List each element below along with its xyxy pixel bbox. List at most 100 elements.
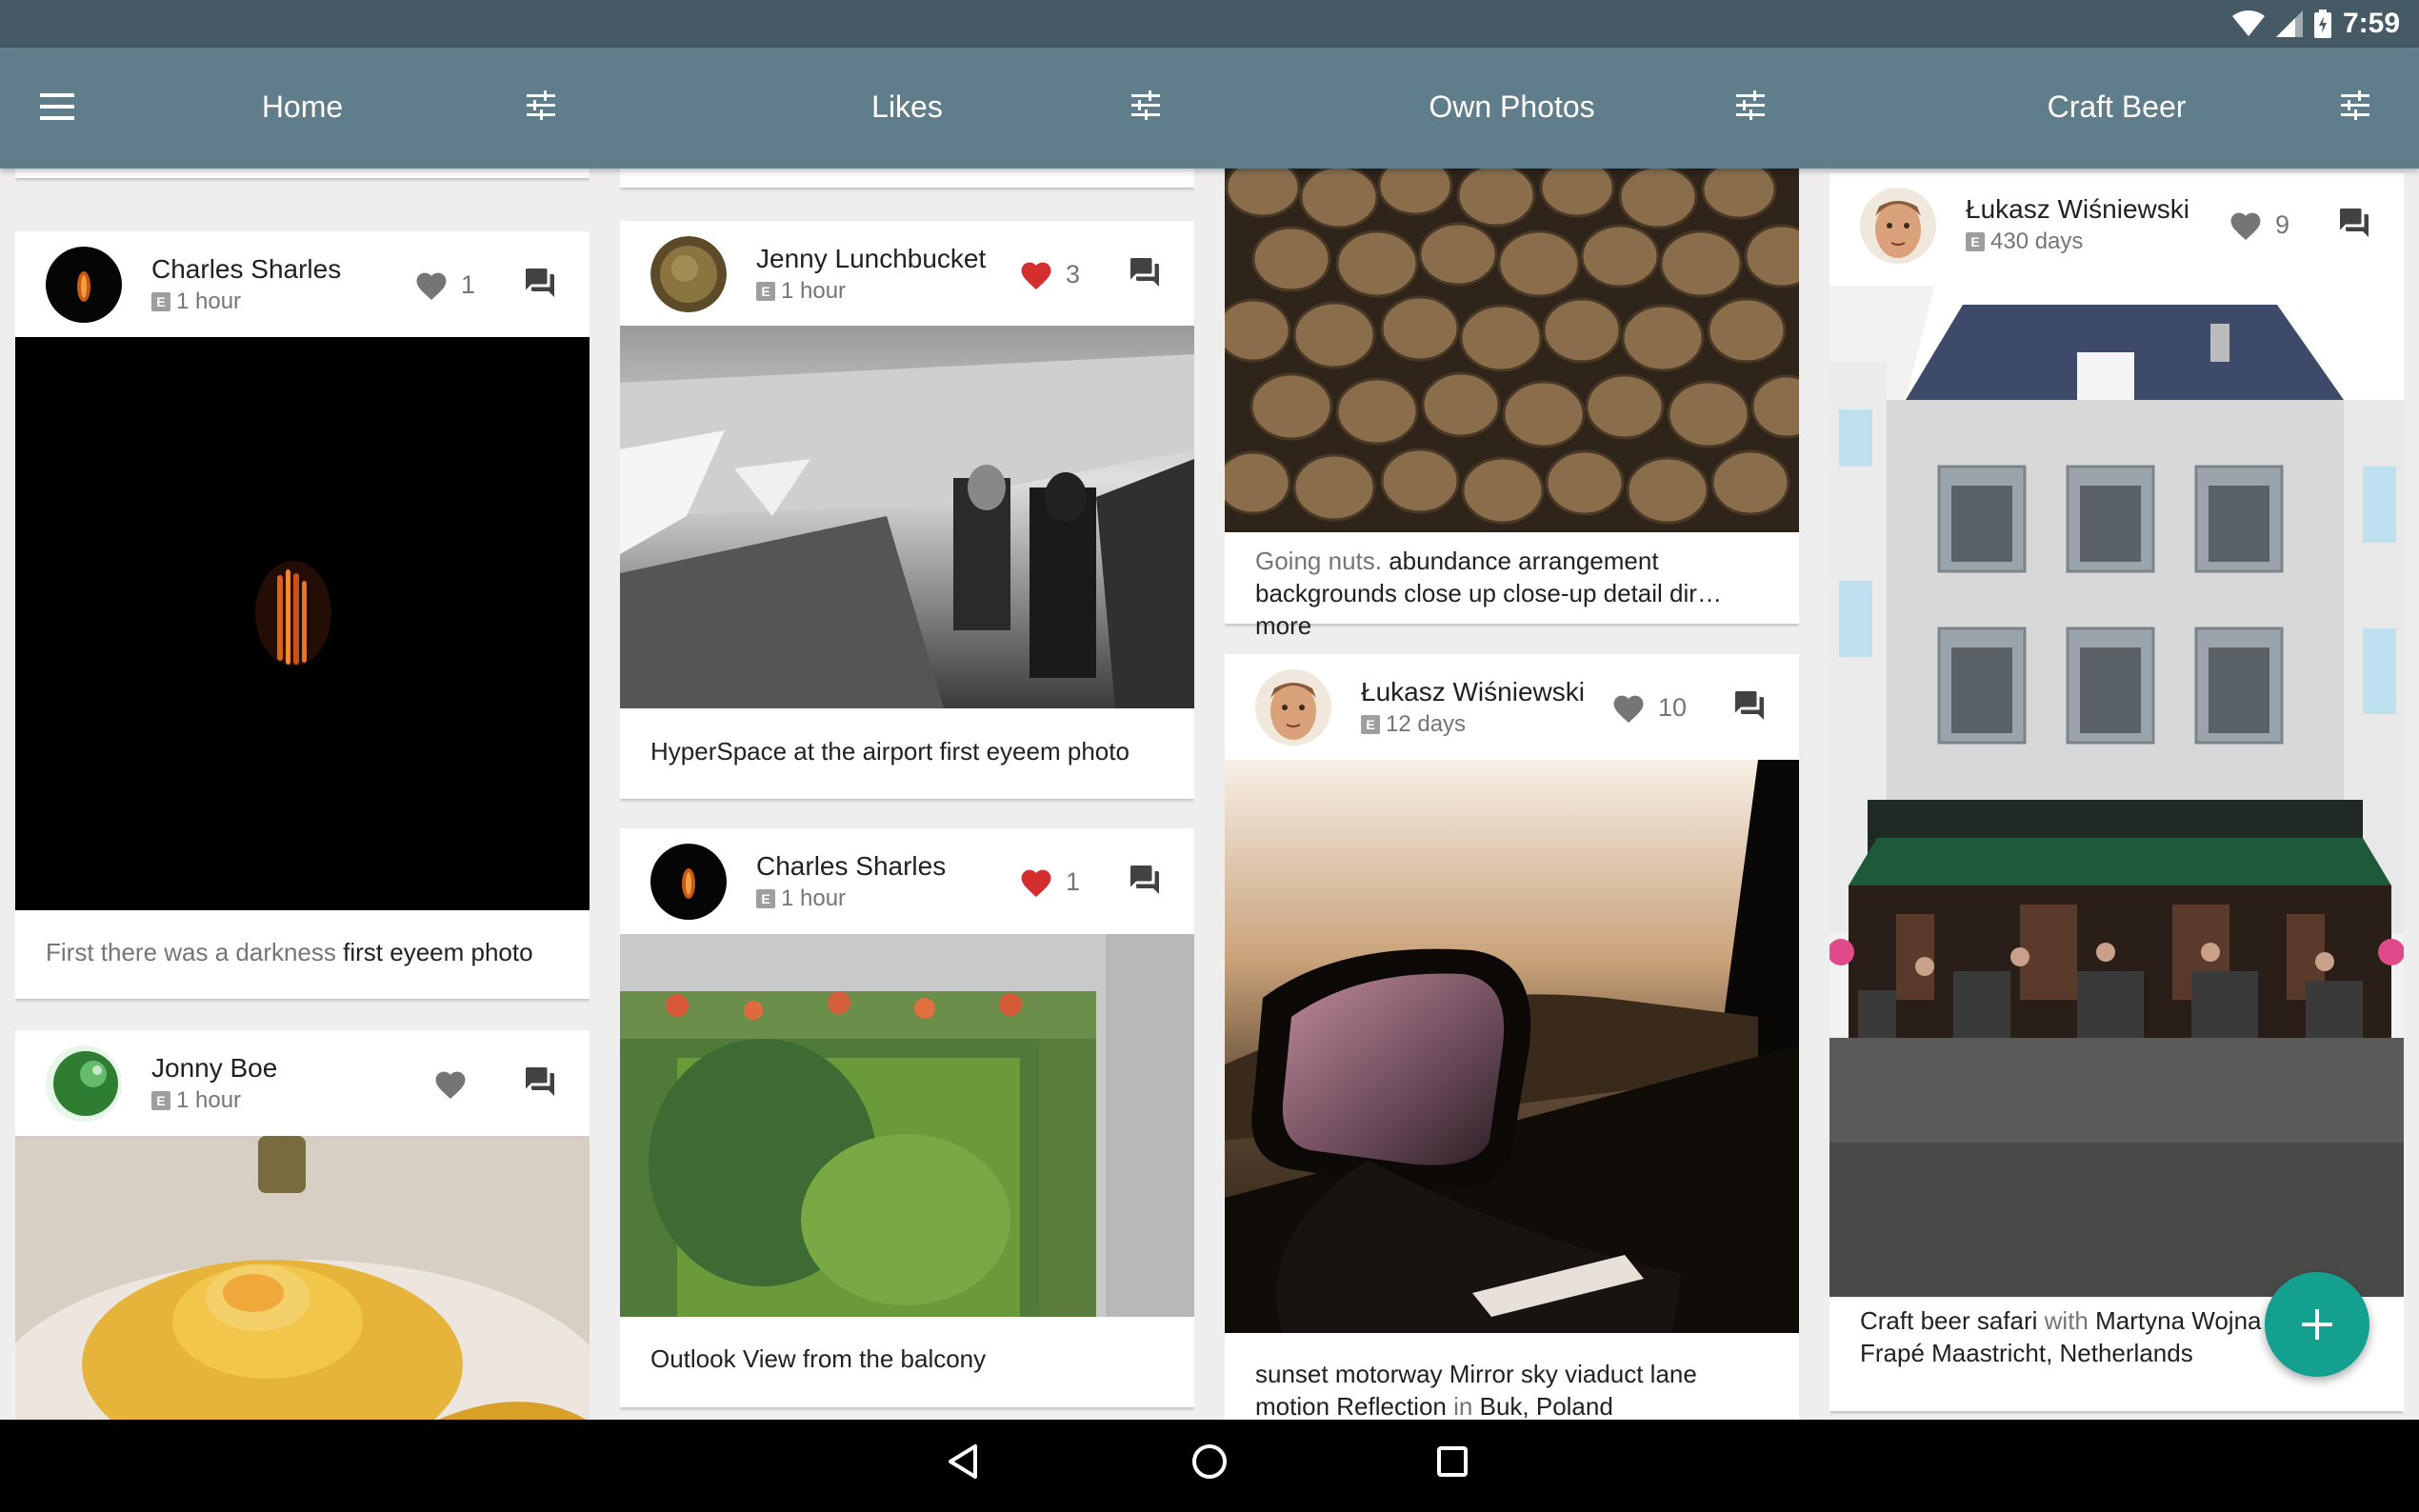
heart-icon	[416, 272, 447, 300]
back-button[interactable]	[945, 1442, 992, 1490]
column-header-home: Home	[15, 48, 590, 169]
post-meta: E 1 hour	[151, 288, 241, 315]
feed-card[interactable]: Łukasz Wiśniewski E 12 days 10 sunset mo…	[1225, 654, 1799, 1420]
post-time: 1 hour	[781, 885, 847, 911]
feed-card[interactable]: Jonny Boe E 1 hour	[15, 1030, 590, 1420]
filter-button[interactable]	[1734, 90, 1772, 128]
like-button[interactable]: 3	[1018, 255, 1080, 293]
card-header: Łukasz Wiśniewski E 12 days 10	[1225, 654, 1799, 759]
recents-button[interactable]	[1433, 1442, 1481, 1490]
like-button[interactable]: 1	[1018, 863, 1080, 901]
caption-place[interactable]: Buk, Poland	[1480, 1392, 1613, 1420]
post-caption: HyperSpace at the airport first eyeem ph…	[650, 735, 1168, 767]
caption-text[interactable]: Outlook View from the balcony	[650, 1344, 986, 1373]
post-caption: Going nuts. abundance arrangement backgr…	[1255, 545, 1772, 642]
comment-icon	[1130, 865, 1159, 894]
post-meta: E 430 days	[1966, 229, 2083, 255]
navigation-bar	[0, 1420, 2419, 1512]
comment-button[interactable]	[1128, 255, 1166, 293]
comment-button[interactable]	[2337, 206, 2375, 244]
user-name[interactable]: Charles Sharles	[756, 851, 946, 882]
post-meta: E 1 hour	[756, 885, 846, 912]
like-count: 10	[1658, 692, 1688, 722]
eyeem-badge-icon: E	[1361, 715, 1380, 734]
feed-card[interactable]: Łukasz Wiśniewski E 430 days 9 Craft bee…	[1829, 173, 2404, 1411]
user-name[interactable]: Jenny Lunchbucket	[756, 244, 986, 274]
like-button[interactable]	[432, 1064, 480, 1103]
status-bar: 7:59	[0, 0, 2419, 48]
card-header: Łukasz Wiśniewski E 430 days 9	[1829, 173, 2404, 283]
like-button[interactable]: 10	[1610, 688, 1687, 726]
user-name[interactable]: Łukasz Wiśniewski	[1966, 194, 2189, 225]
avatar[interactable]	[650, 844, 727, 920]
column-header-own-photos: Own Photos	[1225, 48, 1799, 169]
card-header: Charles Sharles E 1 hour 1	[620, 828, 1194, 933]
caption-text[interactable]: sunset motorway Mirror sky viaduct lane …	[1255, 1360, 1697, 1420]
post-photo[interactable]	[15, 1136, 590, 1420]
like-button[interactable]: 9	[2228, 206, 2289, 244]
home-circle-icon	[1192, 1444, 1227, 1479]
avatar[interactable]	[46, 1045, 122, 1122]
card-header: Charles Sharles E 1 hour 1	[15, 231, 590, 336]
card-header: Jonny Boe E 1 hour	[15, 1030, 590, 1135]
back-triangle-icon	[949, 1444, 977, 1479]
caption-text[interactable]: Craft beer safari	[1860, 1306, 2037, 1335]
feed-card[interactable]: Going nuts. abundance arrangement backgr…	[1225, 169, 1799, 640]
filter-button[interactable]	[1130, 90, 1168, 128]
column-header-craft-beer: Craft Beer	[1829, 48, 2404, 169]
caption-muted: Going nuts.	[1255, 547, 1382, 575]
battery-icon	[2313, 10, 2331, 38]
comment-icon	[1130, 258, 1159, 287]
caption-muted: First there was a darkness	[46, 938, 336, 966]
filter-button[interactable]	[2339, 90, 2377, 128]
feed-column-home[interactable]: Charles Sharles E 1 hour 1 First there w…	[15, 169, 590, 1420]
filter-button[interactable]	[525, 90, 563, 128]
feed-card-partial	[15, 169, 590, 178]
add-icon	[2302, 1309, 2332, 1340]
eyeem-badge-icon: E	[151, 292, 170, 311]
column-title: Own Photos	[1429, 90, 1595, 124]
post-photo[interactable]	[15, 337, 590, 910]
like-button[interactable]: 1	[413, 266, 475, 304]
avatar[interactable]	[1255, 669, 1331, 746]
like-count: 1	[1066, 866, 1081, 896]
feed-column-likes[interactable]: Jenny Lunchbucket E 1 hour 3 HyperSpace …	[620, 169, 1194, 1420]
post-photo[interactable]	[620, 326, 1194, 708]
like-count: 1	[461, 269, 476, 299]
comment-button[interactable]	[523, 266, 561, 304]
post-photo[interactable]	[1829, 286, 2404, 1297]
eyeem-badge-icon: E	[151, 1091, 170, 1110]
caption-text[interactable]: HyperSpace at the airport first eyeem ph…	[650, 737, 1130, 766]
feed-card[interactable]: Jenny Lunchbucket E 1 hour 3 HyperSpace …	[620, 221, 1194, 799]
comment-button[interactable]	[1128, 863, 1166, 901]
caption-with: with	[2044, 1306, 2089, 1335]
comment-button[interactable]	[523, 1064, 561, 1103]
avatar[interactable]	[1860, 188, 1936, 264]
caption-text[interactable]: first eyeem photo	[343, 938, 532, 966]
user-name[interactable]: Jonny Boe	[151, 1053, 277, 1084]
comment-button[interactable]	[1732, 688, 1770, 726]
feed-column-own-photos[interactable]: Going nuts. abundance arrangement backgr…	[1225, 169, 1799, 1420]
avatar[interactable]	[650, 236, 727, 312]
cell-signal-icon	[2275, 10, 2303, 37]
add-fab-button[interactable]	[2265, 1272, 2369, 1377]
post-photo[interactable]	[620, 934, 1194, 1317]
home-button[interactable]	[1190, 1442, 1238, 1490]
user-name[interactable]: Łukasz Wiśniewski	[1361, 677, 1585, 707]
column-title: Craft Beer	[2047, 90, 2187, 124]
avatar[interactable]	[46, 247, 122, 323]
post-time: 1 hour	[781, 278, 847, 304]
user-name[interactable]: Charles Sharles	[151, 254, 341, 285]
post-photo[interactable]	[1225, 169, 1799, 532]
feed-card[interactable]: Charles Sharles E 1 hour 1 First there w…	[15, 231, 590, 999]
comment-icon	[2340, 209, 2369, 237]
post-time: 1 hour	[176, 288, 242, 314]
caption-person[interactable]: Martyna Wojna	[2095, 1306, 2261, 1335]
app-bar: Home Likes Own Photos Craft Beer	[0, 48, 2419, 169]
post-photo[interactable]	[1225, 760, 1799, 1333]
heart-filled-icon	[1021, 869, 1051, 897]
heart-filled-icon	[1021, 262, 1051, 289]
feed-card[interactable]: Charles Sharles E 1 hour 1 Outlook View …	[620, 828, 1194, 1407]
post-meta: E 1 hour	[151, 1087, 241, 1114]
feed-column-craft-beer[interactable]: Łukasz Wiśniewski E 430 days 9 Craft bee…	[1829, 169, 2404, 1420]
